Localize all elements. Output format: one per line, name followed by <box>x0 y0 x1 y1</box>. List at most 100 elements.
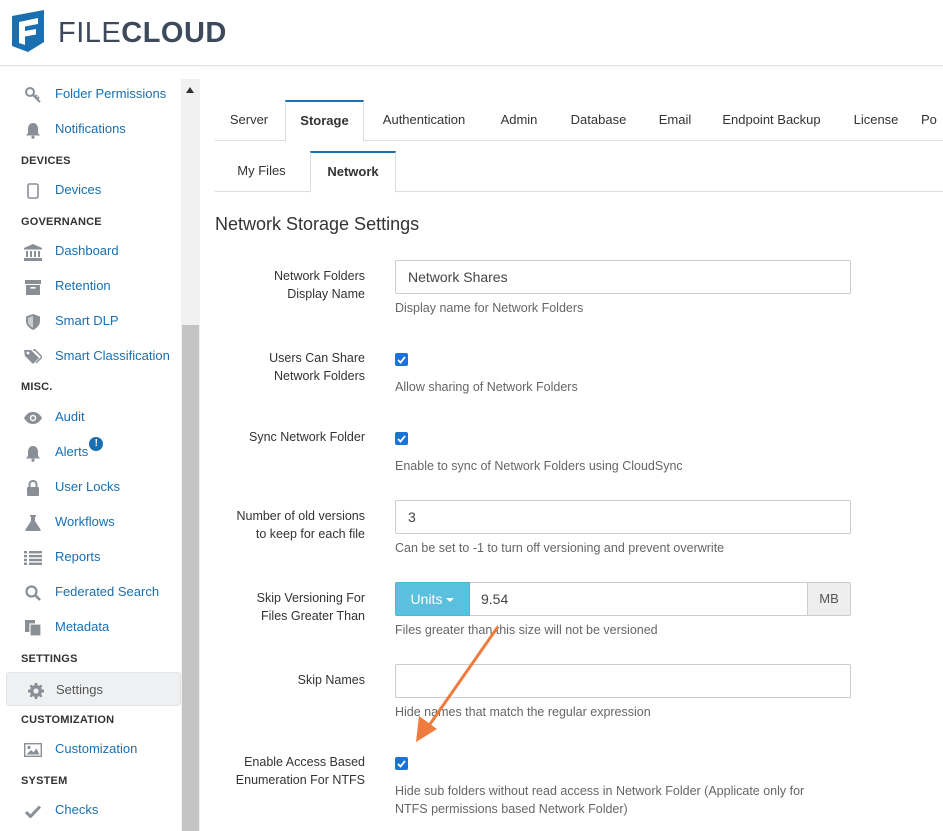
units-dropdown-button[interactable]: Units <box>395 582 470 616</box>
label-line: Enumeration For NTFS <box>235 773 365 787</box>
lock-icon <box>24 479 42 497</box>
sidebar-item-label: Dashboard <box>55 243 119 258</box>
sidebar-item-smart-classification[interactable]: Smart Classification <box>0 339 181 373</box>
alerts-label: Alerts <box>55 444 89 459</box>
gear-icon <box>27 682 45 700</box>
label-line: Users Can Share <box>269 351 365 365</box>
tab-server[interactable]: Server <box>215 100 283 141</box>
label-line: Network Folders <box>274 369 365 383</box>
sidebar-item-federated-search[interactable]: Federated Search <box>0 575 181 609</box>
section-label-system: SYSTEM <box>21 775 68 787</box>
sidebar-item-dashboard[interactable]: Dashboard <box>0 234 181 268</box>
list-icon <box>24 549 42 567</box>
sidebar-item-label: Smart DLP <box>55 313 119 328</box>
sidebar-item-label: Checks <box>55 802 99 817</box>
sidebar-item-label: Metadata <box>55 619 110 634</box>
brand-part-file: FILE <box>58 17 122 49</box>
sidebar-item-metadata[interactable]: Metadata <box>0 610 181 644</box>
sidebar-item-customization[interactable]: Customization <box>0 732 181 766</box>
display-name-label: Network Folders Display Name <box>205 267 365 303</box>
sync-network-folder-label: Sync Network Folder <box>248 430 365 444</box>
size-unit-addon: MB <box>807 582 851 616</box>
sidebar-item-devices[interactable]: Devices <box>0 173 181 207</box>
checkmark-icon <box>397 355 406 364</box>
tab-more[interactable]: Po <box>921 100 943 141</box>
search-icon <box>24 584 42 602</box>
sync-network-folder-help: Enable to sync of Network Folders using … <box>395 459 683 473</box>
skip-versioning-size-input[interactable]: 9.54 <box>470 582 808 616</box>
tab-license[interactable]: License <box>836 100 916 141</box>
abe-ntfs-help: Hide sub folders without read access in … <box>395 782 804 818</box>
sidebar-item-user-locks[interactable]: User Locks <box>0 470 181 504</box>
tab-admin[interactable]: Admin <box>484 100 554 141</box>
sidebar-item-label: Workflows <box>55 514 115 529</box>
sidebar-item-smart-dlp[interactable]: Smart DLP <box>0 304 181 338</box>
app-header: FILECLOUD <box>0 0 943 66</box>
sidebar-item-alerts[interactable]: Alerts ! <box>0 435 181 469</box>
sidebar-nav: Folder Permissions Notifications DEVICES… <box>0 67 181 831</box>
sync-network-folder-checkbox[interactable] <box>395 432 408 445</box>
section-label-settings: SETTINGS <box>21 653 78 665</box>
display-name-help: Display name for Network Folders <box>395 301 584 315</box>
skip-versioning-help: Files greater than this size will not be… <box>395 623 658 637</box>
bank-icon <box>24 243 42 261</box>
sidebar-item-notifications[interactable]: Notifications <box>0 112 181 146</box>
brand-name: FILECLOUD <box>58 17 227 49</box>
skip-names-label: Skip Names <box>297 673 365 687</box>
sidebar-item-label: Notifications <box>55 121 126 136</box>
subtab-network[interactable]: Network <box>310 151 396 193</box>
section-label-governance: GOVERNANCE <box>21 216 102 228</box>
units-label: Units <box>410 591 443 607</box>
skip-versioning-label: Skip Versioning For Files Greater Than <box>205 589 365 625</box>
sidebar-item-label: Alerts ! <box>55 437 104 459</box>
check-icon <box>24 802 42 820</box>
display-name-input[interactable]: Network Shares <box>395 260 851 294</box>
sidebar-scroll-thumb[interactable] <box>182 325 199 831</box>
archive-icon <box>24 278 42 296</box>
tab-database[interactable]: Database <box>557 100 640 141</box>
brand-part-cloud: CLOUD <box>121 17 227 49</box>
tab-email[interactable]: Email <box>643 100 707 141</box>
sidebar-item-folder-permissions[interactable]: Folder Permissions <box>0 77 181 111</box>
sidebar-item-settings[interactable]: Settings <box>6 672 181 706</box>
sidebar-item-label: Settings <box>56 682 103 697</box>
users-can-share-checkbox[interactable] <box>395 353 408 366</box>
sidebar-item-workflows[interactable]: Workflows <box>0 505 181 539</box>
sidebar-item-label: Smart Classification <box>55 348 170 363</box>
sidebar-item-label: Customization <box>55 741 138 756</box>
checkmark-icon <box>397 434 406 443</box>
sidebar-item-retention[interactable]: Retention <box>0 269 181 303</box>
key-icon <box>24 86 42 104</box>
label-line: Enable Access Based <box>244 755 365 769</box>
filecloud-logo-icon[interactable] <box>10 8 46 54</box>
subtab-my-files[interactable]: My Files <box>215 151 308 192</box>
flask-icon <box>24 514 42 532</box>
users-can-share-label: Users Can Share Network Folders <box>205 349 365 385</box>
caret-down-icon <box>446 598 455 603</box>
page-title: Network Storage Settings <box>215 214 420 234</box>
bell-icon <box>24 444 42 462</box>
sidebar-item-checks[interactable]: Checks <box>0 793 181 827</box>
tab-authentication[interactable]: Authentication <box>366 100 482 141</box>
old-versions-input[interactable]: 3 <box>395 500 851 534</box>
help-line: Hide sub folders without read access in … <box>395 784 805 798</box>
alerts-badge: ! <box>89 437 104 451</box>
scroll-up-arrow-icon[interactable] <box>186 87 194 93</box>
sidebar-item-label: Federated Search <box>55 584 160 599</box>
bell-icon <box>24 121 42 139</box>
sidebar-item-reports[interactable]: Reports <box>0 540 181 574</box>
label-line: to keep for each file <box>255 527 365 541</box>
label-line: Skip Versioning For <box>256 591 365 605</box>
label-line: Network Folders <box>274 269 365 283</box>
checkmark-icon <box>397 759 406 768</box>
tab-endpoint-backup[interactable]: Endpoint Backup <box>710 100 833 141</box>
sidebar-item-label: Folder Permissions <box>55 86 167 101</box>
settings-main: Server Storage Authentication Admin Data… <box>200 67 943 831</box>
device-icon <box>24 182 42 200</box>
sidebar-item-audit[interactable]: Audit <box>0 400 181 434</box>
eye-icon <box>24 409 42 427</box>
abe-ntfs-checkbox[interactable] <box>395 757 408 770</box>
skip-names-input[interactable] <box>395 664 851 698</box>
old-versions-help: Can be set to -1 to turn off versioning … <box>395 541 725 555</box>
tab-storage[interactable]: Storage <box>285 100 364 142</box>
